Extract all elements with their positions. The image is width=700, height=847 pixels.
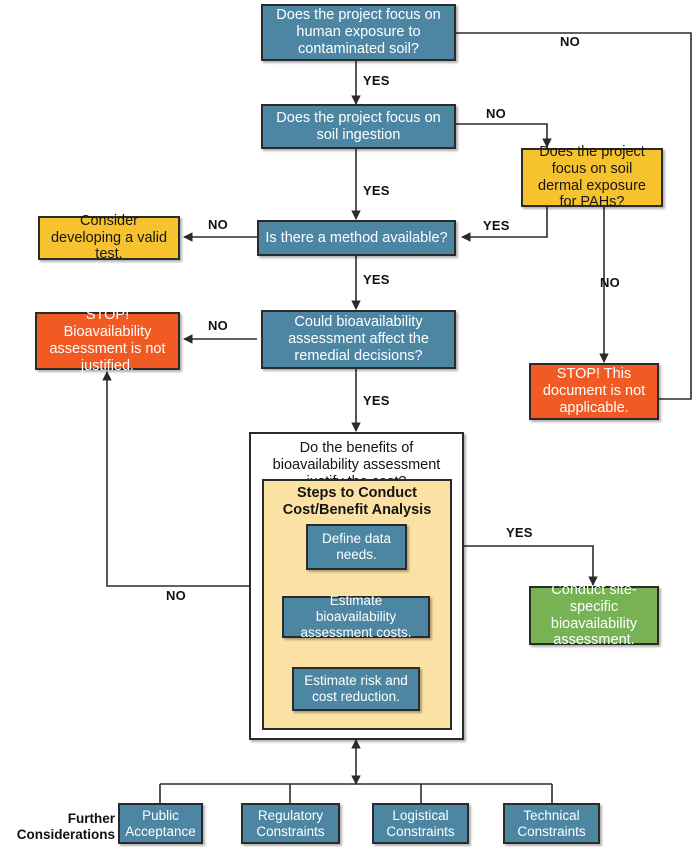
node-label: STOP! This document is not applicable. (542, 366, 646, 416)
node-step-estimate-risk[interactable]: Estimate risk and cost reduction. (292, 667, 420, 711)
edge-label-yes-4: YES (363, 393, 390, 408)
node-method-available-question[interactable]: Is there a method available? (257, 220, 456, 256)
node-soil-ingestion-question[interactable]: Does the project focus on soil ingestion (261, 104, 456, 149)
node-label: Does the project focus on soil ingestion (276, 109, 441, 143)
further-label-line2: Considerations (16, 827, 115, 843)
node-label: Logistical Constraints (386, 807, 455, 839)
node-conduct-site-specific-assessment[interactable]: Conduct site-specific bioavailability as… (529, 582, 659, 648)
node-further-public-acceptance[interactable]: Public Acceptance (118, 803, 203, 844)
node-further-regulatory-constraints[interactable]: Regulatory Constraints (241, 803, 340, 844)
edge-label-yes-2: YES (363, 183, 390, 198)
edge-label-yes-3: YES (363, 272, 390, 287)
node-label: Conduct site-specific bioavailability as… (550, 581, 638, 649)
panel-steps-heading: Steps to Conduct Cost/Benefit Analysis (266, 485, 448, 520)
further-considerations-label: Further Considerations (10, 811, 115, 844)
edge-label-yes-benefits: YES (506, 525, 533, 540)
panel-heading-text: Steps to Conduct Cost/Benefit Analysis (282, 485, 432, 519)
node-label: STOP! Bioavailability assessment is not … (49, 307, 166, 374)
node-human-exposure-question[interactable]: Does the project focus on human exposure… (261, 4, 456, 61)
node-further-technical-constraints[interactable]: Technical Constraints (503, 803, 600, 844)
edge-label-yes-pah: YES (483, 218, 510, 233)
node-label: Estimate risk and cost reduction. (304, 673, 408, 704)
node-label: Estimate bioavailability assessment cost… (300, 593, 412, 640)
node-consider-developing-test[interactable]: Consider developing a valid test. (38, 213, 180, 262)
node-label: Does the project focus on soil dermal ex… (538, 143, 646, 211)
node-label: Is there a method available? (265, 229, 448, 246)
edge-no-top-right (456, 32, 692, 404)
edge-no-benefits (102, 371, 249, 587)
edge-label-no-benefits: NO (166, 588, 186, 603)
node-label: Consider developing a valid test. (50, 212, 168, 263)
edge-label-yes-1: YES (363, 73, 390, 88)
node-label: Does the project focus on human exposure… (276, 7, 441, 57)
further-label-line1: Further (67, 811, 115, 826)
edge-yes-benefits (464, 545, 598, 586)
edge-label-no-ingestion: NO (486, 106, 506, 121)
node-label: Could bioavailability assessment affect … (288, 314, 429, 364)
node-remedial-decisions-question[interactable]: Could bioavailability assessment affect … (261, 310, 456, 369)
node-label: Public Acceptance (125, 807, 196, 839)
edge-label-no-pah: NO (600, 275, 620, 290)
node-stop-not-justified[interactable]: STOP! Bioavailability assessment is not … (35, 307, 180, 374)
node-label: Define data needs. (321, 531, 392, 562)
node-label: Regulatory Constraints (256, 807, 325, 839)
flowchart-canvas: Does the project focus on human exposure… (0, 0, 700, 847)
node-step-estimate-costs[interactable]: Estimate bioavailability assessment cost… (282, 593, 430, 640)
node-pah-dermal-question[interactable]: Does the project focus on soil dermal ex… (521, 144, 663, 210)
node-label: Technical Constraints (517, 807, 586, 839)
edge-label-no-method: NO (208, 217, 228, 232)
edge-label-no-top-right: NO (560, 34, 580, 49)
edge-label-no-remedial: NO (208, 318, 228, 333)
node-stop-not-applicable[interactable]: STOP! This document is not applicable. (529, 363, 659, 420)
node-further-logistical-constraints[interactable]: Logistical Constraints (372, 803, 469, 844)
node-step-define-data-needs[interactable]: Define data needs. (306, 524, 407, 570)
